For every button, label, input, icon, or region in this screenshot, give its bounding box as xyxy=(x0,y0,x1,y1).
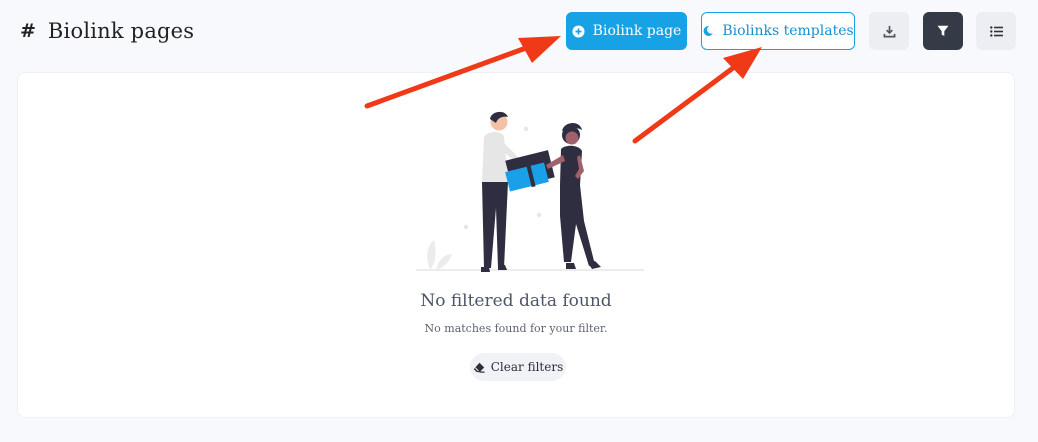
page-title: Biolink pages xyxy=(47,19,195,43)
empty-state-subtitle: No matches found for your filter. xyxy=(424,322,608,335)
clear-filters-label: Clear filters xyxy=(490,360,564,374)
biolinks-templates-button[interactable]: Biolinks templates xyxy=(701,12,855,50)
page-header: # Biolink pages xyxy=(20,14,194,48)
eraser-icon xyxy=(473,362,485,373)
empty-state-card: No filtered data found No matches found … xyxy=(17,72,1015,418)
list-view-button[interactable] xyxy=(976,12,1016,50)
filter-icon xyxy=(937,25,949,37)
plus-circle-icon xyxy=(572,24,585,38)
download-icon xyxy=(883,25,896,38)
annotation-arrowhead-create xyxy=(518,36,561,63)
hash-icon: # xyxy=(20,20,36,42)
empty-state-title: No filtered data found xyxy=(420,291,612,311)
moon-icon xyxy=(702,25,714,37)
clear-filters-button[interactable]: Clear filters xyxy=(470,353,566,381)
filter-button[interactable] xyxy=(923,12,963,50)
biolinks-templates-label: Biolinks templates xyxy=(722,23,854,39)
empty-state-illustration xyxy=(416,111,644,272)
create-biolink-page-button[interactable]: Biolink page xyxy=(566,12,687,50)
list-icon xyxy=(989,25,1003,37)
create-biolink-page-label: Biolink page xyxy=(592,23,682,39)
download-button[interactable] xyxy=(869,12,909,50)
